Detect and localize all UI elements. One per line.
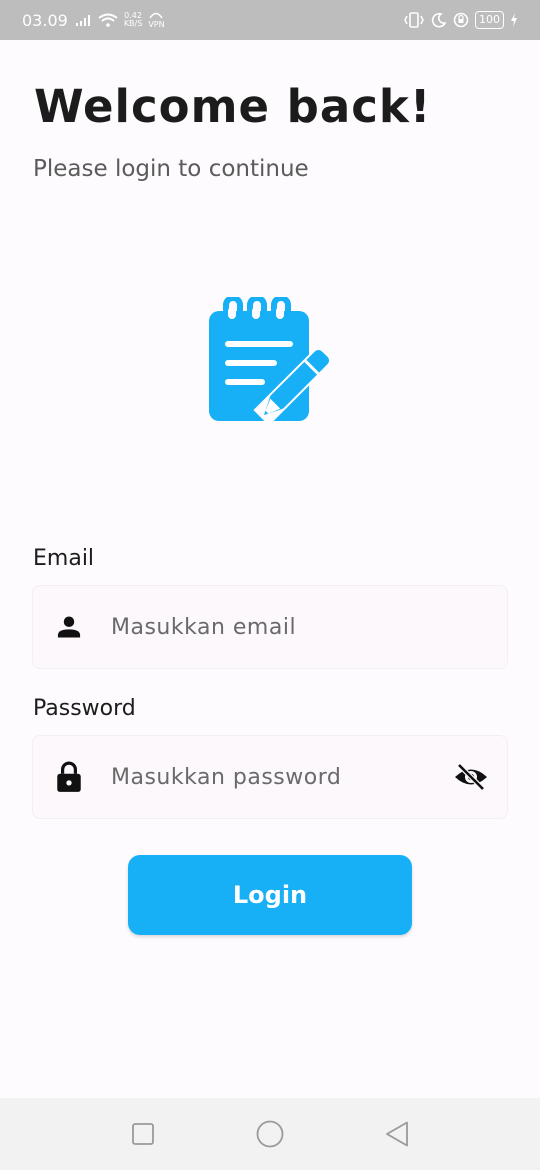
- notepad-pencil-icon: [209, 297, 332, 425]
- password-label: Password: [33, 696, 136, 721]
- email-field[interactable]: [32, 585, 508, 669]
- home-circle-icon[interactable]: [255, 1119, 285, 1149]
- lock-icon: [55, 761, 83, 792]
- status-bar: 03.09 0.42 KB/S VPN 100: [0, 0, 540, 40]
- vpn-icon: [149, 12, 164, 19]
- password-input[interactable]: [111, 764, 447, 790]
- recents-square-icon[interactable]: [128, 1119, 158, 1149]
- login-button[interactable]: Login: [128, 855, 412, 935]
- network-speed-unit: KB/S: [123, 19, 143, 28]
- person-icon: [55, 613, 83, 641]
- email-label: Email: [33, 546, 95, 571]
- vibrate-icon: [404, 12, 424, 28]
- battery-indicator: 100: [475, 11, 504, 29]
- alarm-icon: [453, 12, 469, 28]
- status-time: 03.09: [22, 10, 68, 30]
- email-input[interactable]: [111, 614, 447, 640]
- vpn-label: VPN: [148, 20, 165, 29]
- signal-icon: [75, 15, 90, 26]
- charging-icon: [511, 13, 517, 27]
- page-subtitle: Please login to continue: [33, 156, 309, 182]
- network-speed: 0.42 KB/S: [124, 12, 143, 28]
- status-left-icons: 0.42 KB/S VPN: [75, 11, 165, 29]
- vpn-indicator: VPN: [148, 11, 165, 29]
- eye-off-icon[interactable]: [453, 762, 489, 792]
- password-field[interactable]: [32, 735, 508, 819]
- status-right-icons: 100: [403, 11, 518, 29]
- system-nav-bar: [0, 1098, 540, 1170]
- wifi-icon: [98, 13, 118, 27]
- back-triangle-icon[interactable]: [382, 1119, 412, 1149]
- moon-icon: [431, 12, 447, 28]
- page-title: Welcome back!: [34, 80, 432, 133]
